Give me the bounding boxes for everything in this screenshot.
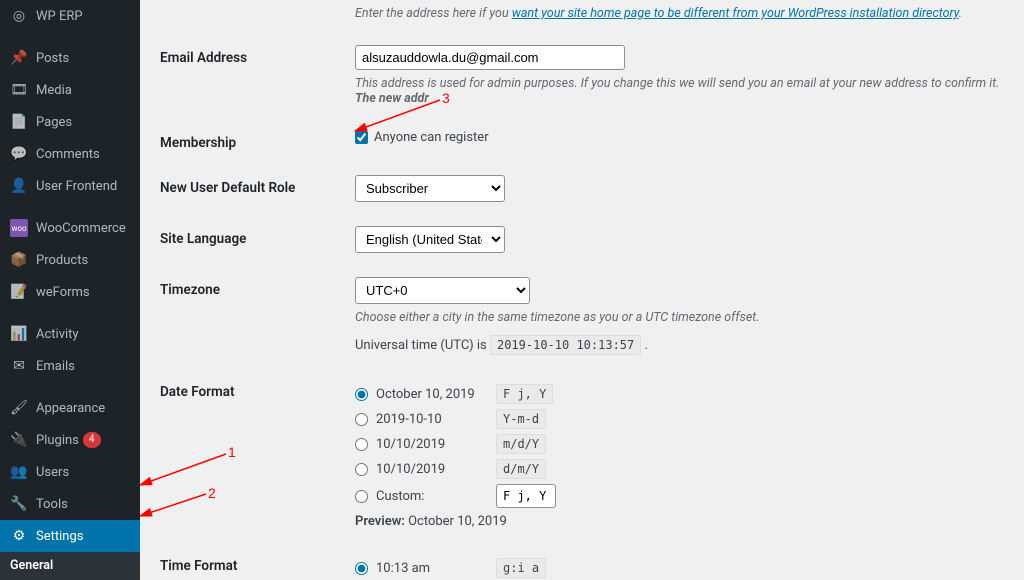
date-format-custom-input[interactable]: [496, 484, 556, 508]
time-format-label: 10:13 am: [376, 561, 496, 576]
admin-email-input[interactable]: [355, 45, 625, 70]
date-format-label: 10/10/2019: [376, 462, 496, 477]
date-format-code: m/d/Y: [496, 434, 546, 454]
users-icon: 👥: [10, 463, 28, 481]
sidebar-item-label: Settings: [36, 529, 83, 544]
activity-icon: 📊: [10, 325, 28, 343]
date-format-custom-radio[interactable]: [355, 490, 368, 503]
lang-label: Site Language: [160, 226, 355, 247]
date-preview-value: October 10, 2019: [408, 514, 507, 529]
sidebar-item-label: Tools: [36, 497, 68, 512]
settings-submenu: General Writing Reading: [0, 552, 140, 580]
date-format-radio[interactable]: [355, 413, 368, 426]
sidebar-item-settings[interactable]: ⚙ Settings: [0, 520, 140, 552]
date-format-radio[interactable]: [355, 438, 368, 451]
sidebar-item-media[interactable]: 🎞 Media: [0, 74, 140, 106]
sidebar-item-label: Activity: [36, 327, 79, 342]
wperp-icon: ◎: [10, 7, 28, 25]
utc-time-value: 2019-10-10 10:13:57: [490, 335, 641, 355]
date-format-radio[interactable]: [355, 388, 368, 401]
role-label: New User Default Role: [160, 175, 355, 196]
woocommerce-icon: woo: [10, 219, 28, 237]
timezone-select[interactable]: UTC+0: [355, 277, 530, 304]
email-label: Email Address: [160, 45, 355, 66]
media-icon: 🎞: [10, 81, 28, 99]
sidebar-item-label: Pages: [36, 115, 72, 130]
time-format-radio[interactable]: [355, 562, 368, 575]
sidebar-item-posts[interactable]: 📌 Posts: [0, 42, 140, 74]
sidebar-item-tools[interactable]: 🔧 Tools: [0, 488, 140, 520]
sidebar-item-label: User Frontend: [36, 179, 117, 194]
sidebar-item-appearance[interactable]: 🖌 Appearance: [0, 392, 140, 424]
membership-checkbox-label[interactable]: Anyone can register: [355, 130, 1004, 145]
appearance-icon: 🖌: [10, 399, 28, 417]
sidebar-item-comments[interactable]: 💬 Comments: [0, 138, 140, 170]
site-language-select[interactable]: English (United States): [355, 226, 505, 253]
settings-icon: ⚙: [10, 527, 28, 545]
dateformat-label: Date Format: [160, 379, 355, 400]
sidebar-item-label: Products: [36, 253, 88, 268]
membership-checkbox[interactable]: [355, 131, 368, 144]
tz-help: Choose either a city in the same timezon…: [355, 310, 1004, 325]
date-format-code: Y-m-d: [496, 409, 546, 429]
sidebar-item-activity[interactable]: 📊 Activity: [0, 318, 140, 350]
date-format-label: 2019-10-10: [376, 412, 496, 427]
date-preview-label: Preview:: [355, 514, 405, 529]
date-format-label: 10/10/2019: [376, 437, 496, 452]
timeformat-label: Time Format: [160, 553, 355, 574]
submenu-general[interactable]: General: [0, 552, 140, 579]
wpurl-help: Enter the address here if you want your …: [355, 6, 1004, 21]
sidebar-item-label: Users: [36, 465, 69, 480]
date-format-label: October 10, 2019: [376, 387, 496, 402]
posts-icon: 📌: [10, 49, 28, 67]
sidebar-item-label: WooCommerce: [36, 221, 126, 236]
date-format-code: F j, Y: [496, 384, 553, 404]
email-help: This address is used for admin purposes.…: [355, 76, 1004, 106]
default-role-select[interactable]: Subscriber: [355, 175, 505, 202]
products-icon: 📦: [10, 251, 28, 269]
sidebar-item-label: Posts: [36, 51, 69, 66]
sidebar-item-label: Emails: [36, 359, 75, 374]
sidebar-item-label: Appearance: [36, 401, 105, 416]
sidebar-item-users[interactable]: 👥 Users: [0, 456, 140, 488]
membership-label: Membership: [160, 130, 355, 151]
sidebar-item-weforms[interactable]: 📝 weForms: [0, 276, 140, 308]
plugins-icon: 🔌: [10, 431, 28, 449]
weforms-icon: 📝: [10, 283, 28, 301]
emails-icon: ✉: [10, 357, 28, 375]
sidebar-item-label: Comments: [36, 147, 100, 162]
wpurl-help-link[interactable]: want your site home page to be different…: [512, 6, 959, 21]
date-format-radio[interactable]: [355, 463, 368, 476]
utc-time-row: Universal time (UTC) is 2019-10-10 10:13…: [355, 335, 1004, 355]
plugin-update-badge: 4: [83, 432, 101, 448]
userfrontend-icon: 👤: [10, 177, 28, 195]
settings-content: Enter the address here if you want your …: [140, 0, 1024, 580]
sidebar-item-label: WP ERP: [36, 9, 83, 24]
date-format-code: d/m/Y: [496, 459, 546, 479]
membership-text: Anyone can register: [374, 130, 489, 145]
sidebar-item-products[interactable]: 📦 Products: [0, 244, 140, 276]
tz-label: Timezone: [160, 277, 355, 298]
sidebar-item-label: Plugins: [36, 433, 79, 448]
sidebar-item-woocommerce[interactable]: woo WooCommerce: [0, 212, 140, 244]
date-format-custom-label: Custom:: [376, 489, 496, 504]
time-format-code: g:i a: [496, 558, 546, 578]
sidebar-item-userfrontend[interactable]: 👤 User Frontend: [0, 170, 140, 202]
sidebar-item-pages[interactable]: 📄 Pages: [0, 106, 140, 138]
sidebar-item-emails[interactable]: ✉ Emails: [0, 350, 140, 382]
sidebar-item-plugins[interactable]: 🔌 Plugins 4: [0, 424, 140, 456]
comments-icon: 💬: [10, 145, 28, 163]
admin-sidebar: ◎ WP ERP 📌 Posts 🎞 Media 📄 Pages 💬 Comments 👤…: [0, 0, 140, 580]
sidebar-item-wperp[interactable]: ◎ WP ERP: [0, 0, 140, 32]
sidebar-item-label: Media: [36, 83, 72, 98]
pages-icon: 📄: [10, 113, 28, 131]
tools-icon: 🔧: [10, 495, 28, 513]
sidebar-item-label: weForms: [36, 285, 90, 300]
